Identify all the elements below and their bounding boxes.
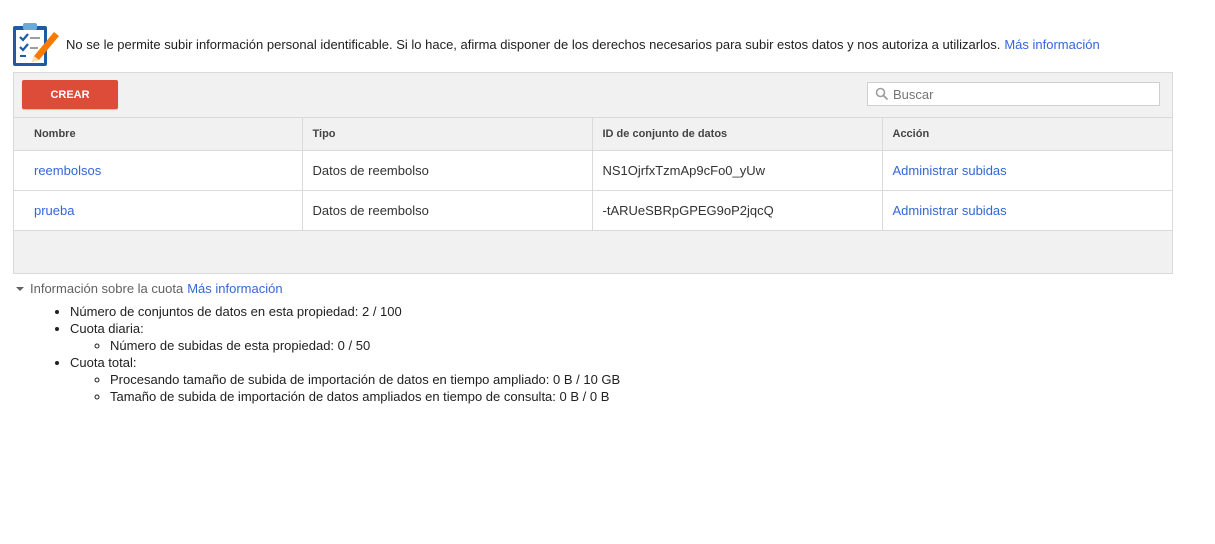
dataset-id: NS1OjrfxTzmAp9cFo0_yUw [592,150,883,191]
table-row: reembolsos Datos de reembolso NS1OjrfxTz… [14,150,1172,191]
caret-down-icon [16,287,24,291]
search-icon [875,87,889,101]
quota-list: Número de conjuntos de datos en esta pro… [16,303,620,405]
dataset-type: Datos de reembolso [302,190,593,231]
quota-total-label: Cuota total: [70,355,137,370]
quota-daily-uploads: Número de subidas de esta propiedad: 0 /… [110,337,620,354]
table-header-row: Nombre Tipo ID de conjunto de datos Acci… [14,118,1172,151]
search-box[interactable] [867,82,1160,106]
create-button[interactable]: CREAR [22,80,118,109]
quota-total-list: Procesando tamaño de subida de importaci… [70,371,620,405]
column-header-type[interactable]: Tipo [302,118,593,151]
quota-datasets: Número de conjuntos de datos en esta pro… [70,303,620,320]
table-row: prueba Datos de reembolso -tARUeSBRpGPEG… [14,190,1172,231]
quota-daily-list: Número de subidas de esta propiedad: 0 /… [70,337,620,354]
dataset-type: Datos de reembolso [302,150,593,191]
dataset-id: -tARUeSBRpGPEG9oP2jqcQ [592,190,883,231]
quota-total: Cuota total: Procesando tamaño de subida… [70,354,620,405]
search-input[interactable] [893,84,1153,104]
quota-title: Información sobre la cuota [30,281,184,296]
pii-notice-text: No se le permite subir información perso… [66,36,1001,52]
column-header-action: Acción [882,118,1172,151]
dataset-name-link[interactable]: prueba [14,190,303,231]
quota-total-processing: Procesando tamaño de subida de importaci… [110,371,620,388]
manage-uploads-link[interactable]: Administrar subidas [882,190,1172,231]
more-info-link[interactable]: Más información [1004,37,1099,52]
quota-more-info-link[interactable]: Más información [187,281,282,296]
datasets-toolbar: CREAR [14,73,1172,118]
manage-uploads-link[interactable]: Administrar subidas [882,150,1172,191]
quota-toggle[interactable]: Información sobre la cuota Más informaci… [16,280,620,297]
quota-daily: Cuota diaria: Número de subidas de esta … [70,320,620,354]
pii-notice: No se le permite subir información perso… [12,20,1100,68]
quota-total-query: Tamaño de subida de importación de datos… [110,388,620,405]
clipboard-pencil-icon [12,20,60,68]
column-header-name[interactable]: Nombre [14,118,303,151]
datasets-panel: CREAR Nombre Tipo ID de conjunto de dato… [13,72,1173,274]
datasets-table: Nombre Tipo ID de conjunto de datos Acci… [14,118,1172,231]
column-header-dataset-id[interactable]: ID de conjunto de datos [592,118,883,151]
dataset-name-link[interactable]: reembolsos [14,150,303,191]
quota-section: Información sobre la cuota Más informaci… [16,280,620,405]
quota-daily-label: Cuota diaria: [70,321,144,336]
